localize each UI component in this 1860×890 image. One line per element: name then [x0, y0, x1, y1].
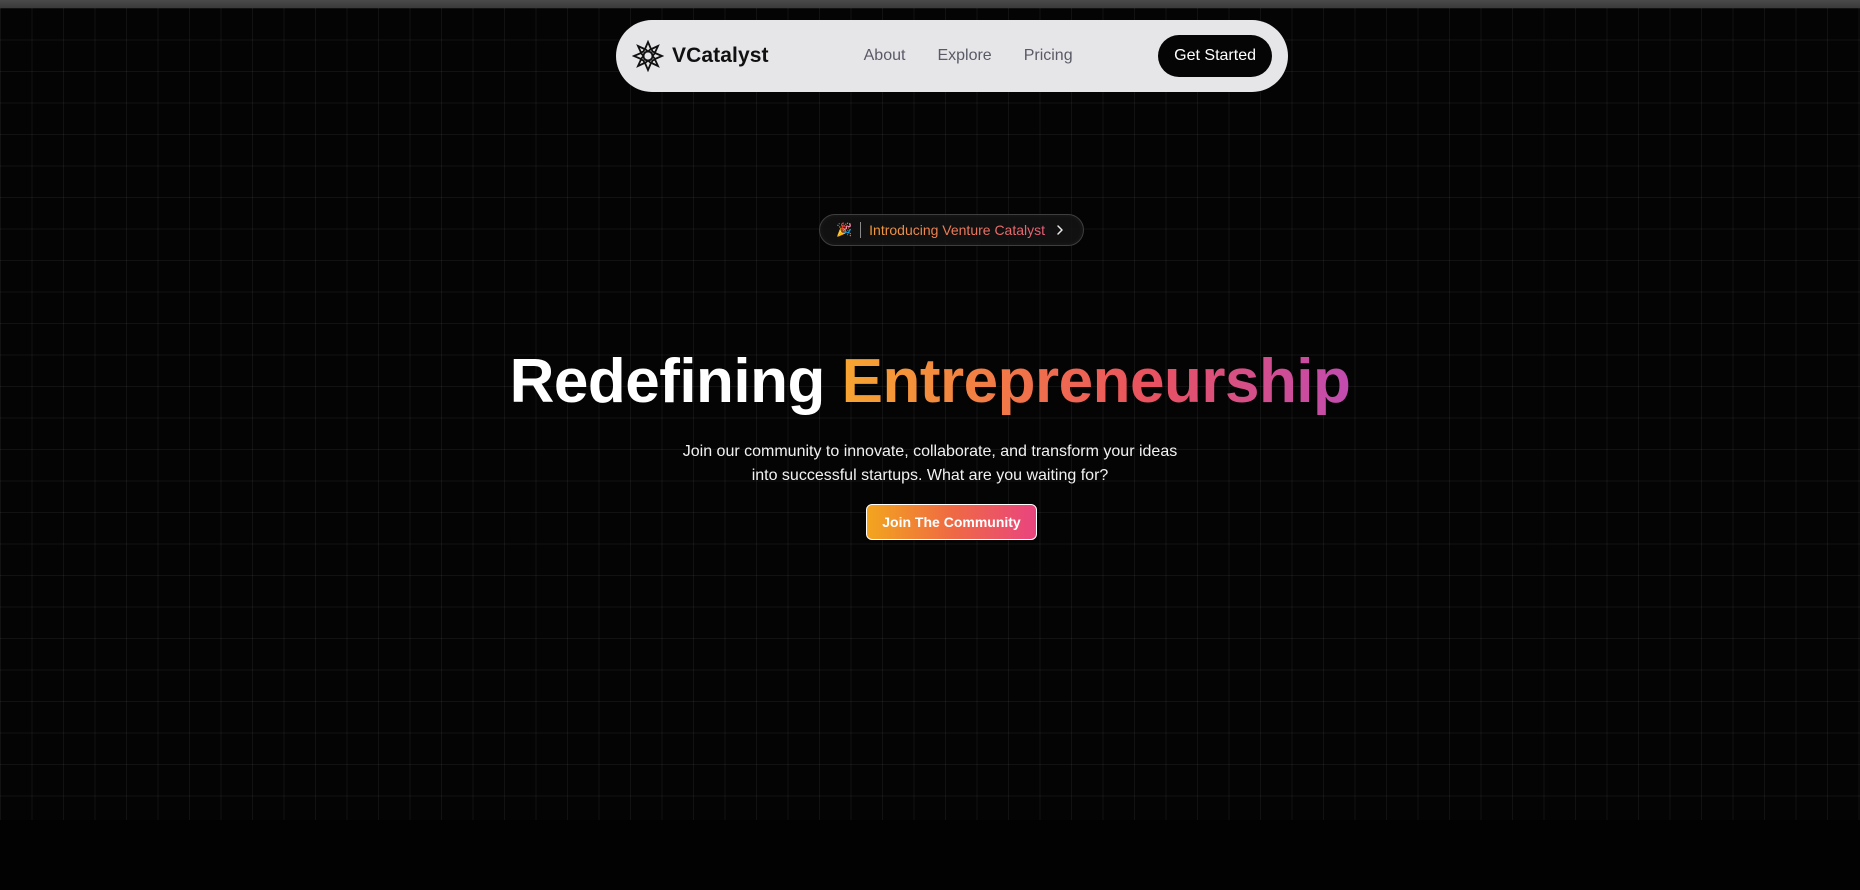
nav-links: About Explore Pricing: [864, 47, 1073, 65]
announcement-text: Introducing Venture Catalyst: [869, 222, 1046, 238]
brand-name: VCatalyst: [672, 44, 769, 67]
headline-highlight: Entrepreneurship: [841, 347, 1351, 416]
hero-subtext: Join our community to innovate, collabor…: [682, 443, 1178, 484]
navbar: VCatalyst About Explore Pricing Get Star…: [616, 20, 1288, 92]
announcement-pill[interactable]: 🎉 Introducing Venture Catalyst: [819, 214, 1084, 246]
catalyst-logo-icon: [632, 40, 664, 72]
announcement-divider: [860, 222, 862, 238]
join-community-button[interactable]: Join The Community: [866, 504, 1037, 540]
hero-headline: Redefining Entrepreneurship: [0, 346, 1860, 418]
page-bottom: [0, 820, 1860, 890]
headline-plain: Redefining: [509, 347, 842, 416]
nav-link-about[interactable]: About: [864, 47, 906, 65]
get-started-button[interactable]: Get Started: [1158, 35, 1272, 77]
chevron-right-icon: [1053, 223, 1067, 237]
browser-top-strip: [0, 0, 1860, 8]
nav-link-explore[interactable]: Explore: [937, 47, 991, 65]
party-popper-icon: 🎉: [835, 222, 853, 237]
brand-link[interactable]: VCatalyst: [632, 40, 769, 72]
nav-link-pricing[interactable]: Pricing: [1024, 47, 1073, 65]
